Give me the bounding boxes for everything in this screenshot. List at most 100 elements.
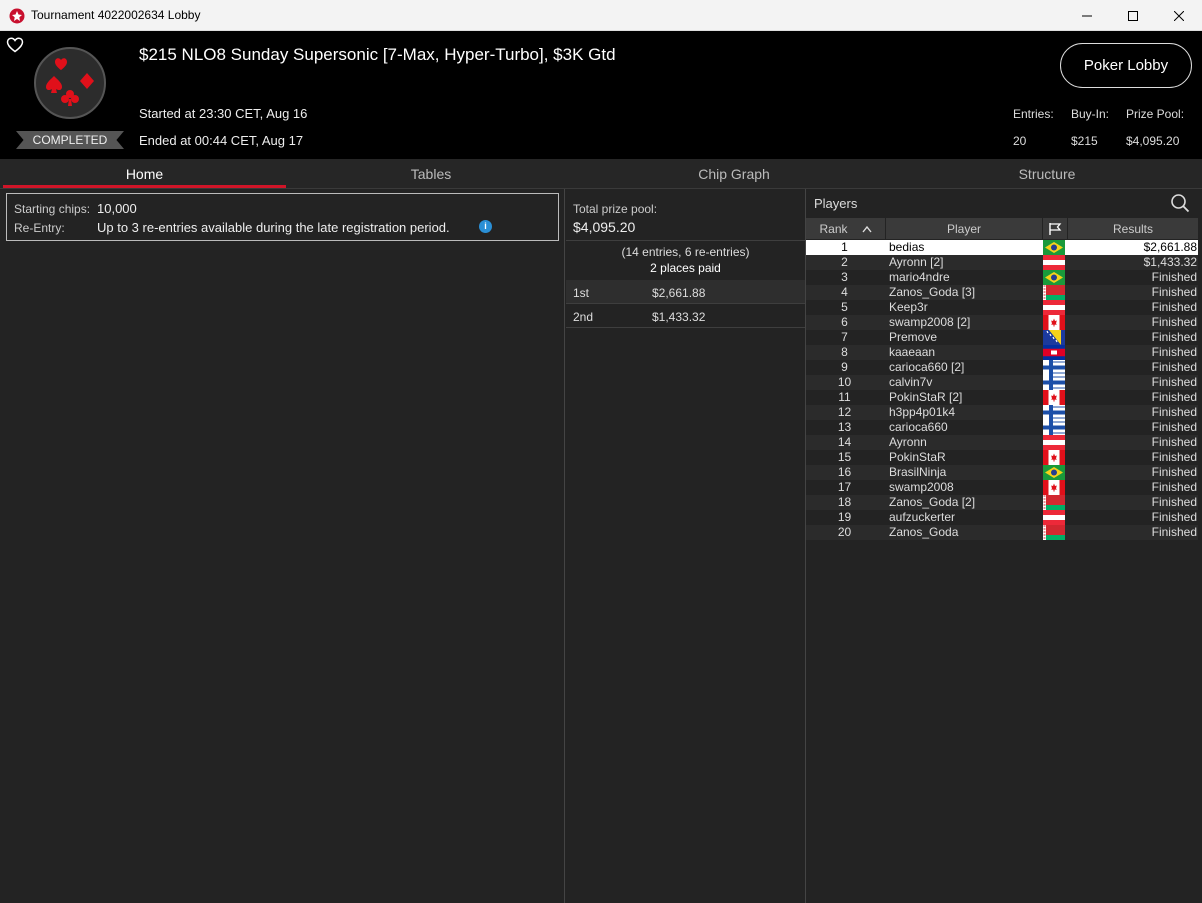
country-flag-icon [1043,315,1065,330]
search-icon[interactable] [1170,193,1190,213]
card-suits-logo [34,47,106,119]
player-result: Finished [1151,345,1197,359]
player-row[interactable]: 14 Ayronn Finished [806,435,1198,450]
player-row[interactable]: 15 PokinStaR Finished [806,450,1198,465]
minimize-button[interactable] [1064,0,1110,31]
player-result: Finished [1151,525,1197,539]
maximize-button[interactable] [1110,0,1156,31]
window-titlebar: Tournament 4022002634 Lobby [0,0,1202,31]
close-button[interactable] [1156,0,1202,31]
player-row[interactable]: 5 Keep3r Finished [806,300,1198,315]
player-row[interactable]: 13 carioca660 Finished [806,420,1198,435]
player-rank: 2 [841,255,848,269]
player-result: Finished [1151,450,1197,464]
player-name: swamp2008 [2] [889,315,971,329]
player-name: carioca660 [2] [889,360,965,374]
active-tab-indicator [3,185,286,188]
player-row[interactable]: 10 calvin7v Finished [806,375,1198,390]
player-rank: 13 [837,420,852,434]
starting-chips-label: Starting chips: [14,202,91,216]
player-row[interactable]: 20 Zanos_Goda Finished [806,525,1198,540]
country-flag-icon [1043,345,1065,360]
player-name: Zanos_Goda [889,525,959,539]
player-row[interactable]: 6 swamp2008 [2] Finished [806,315,1198,330]
player-result: $2,661.88 [1143,240,1197,254]
player-rank: 14 [837,435,852,449]
divider [566,327,805,328]
player-row[interactable]: 1 bedias $2,661.88 [806,240,1198,255]
divider [566,240,805,241]
player-name: aufzuckerter [889,510,956,524]
country-flag-icon [1043,390,1065,405]
players-title: Players [814,196,858,211]
tab-structure[interactable]: Structure [892,159,1202,189]
payout-place: 2nd [573,310,594,324]
player-name: Ayronn [2] [889,255,944,269]
player-result: Finished [1151,405,1197,419]
country-flag-icon [1043,240,1065,255]
country-flag-icon [1043,360,1065,375]
tab-chip-graph[interactable]: Chip Graph [576,159,892,189]
info-icon[interactable]: i [479,220,492,233]
rank-column-header[interactable]: Rank [806,218,885,239]
player-row[interactable]: 2 Ayronn [2] $1,433.32 [806,255,1198,270]
player-rank: 1 [841,240,848,254]
player-row[interactable]: 7 Premove Finished [806,330,1198,345]
player-row[interactable]: 18 Zanos_Goda [2] Finished [806,495,1198,510]
reentry-value: Up to 3 re-entries available during the … [97,220,450,235]
start-time: Started at 23:30 CET, Aug 16 [139,106,308,121]
player-rank: 9 [841,360,848,374]
entries-label: Entries: [1013,107,1054,121]
player-row[interactable]: 12 h3pp4p01k4 Finished [806,405,1198,420]
player-row[interactable]: 17 swamp2008 Finished [806,480,1198,495]
player-result: Finished [1151,420,1197,434]
player-name: kaaeaan [889,345,936,359]
end-time: Ended at 00:44 CET, Aug 17 [139,133,304,148]
player-result: Finished [1151,300,1197,314]
player-row[interactable]: 8 kaaeaan Finished [806,345,1198,360]
player-rank: 5 [841,300,848,314]
player-result: Finished [1151,315,1197,329]
country-flag-icon [1043,330,1065,345]
entries-value: 20 [1013,134,1027,148]
pokerstars-logo-icon [9,8,25,24]
places-paid: 2 places paid [650,261,721,275]
player-rank: 15 [837,450,852,464]
flag-icon [1049,222,1062,235]
player-row[interactable]: 3 mario4ndre Finished [806,270,1198,285]
buyin-value: $215 [1071,134,1098,148]
player-row[interactable]: 19 aufzuckerter Finished [806,510,1198,525]
player-column-header[interactable]: Player [886,218,1042,239]
player-name: mario4ndre [889,270,950,284]
player-result: Finished [1151,435,1197,449]
player-name: Premove [889,330,938,344]
player-rank: 7 [841,330,848,344]
player-result: Finished [1151,360,1197,374]
tab-tables[interactable]: Tables [286,159,576,189]
player-row[interactable]: 16 BrasilNinja Finished [806,465,1198,480]
payout-place: 1st [573,286,590,300]
player-row[interactable]: 9 carioca660 [2] Finished [806,360,1198,375]
player-name: swamp2008 [889,480,954,494]
player-rank: 17 [837,480,852,494]
prize-pool-value: $4,095.20 [573,219,636,235]
player-rank: 11 [838,390,851,404]
player-result: Finished [1151,495,1197,509]
player-name: Ayronn [889,435,927,449]
prize-pool-label: Total prize pool: [573,202,658,216]
player-name: Keep3r [889,300,928,314]
player-row[interactable]: 4 Zanos_Goda [3] Finished [806,285,1198,300]
reentry-label: Re-Entry: [14,221,65,235]
player-rank: 4 [841,285,848,299]
prizepool-value: $4,095.20 [1126,134,1180,148]
results-column-header[interactable]: Results [1068,218,1198,239]
poker-lobby-button[interactable]: Poker Lobby [1060,43,1192,88]
suits-icon [46,58,94,106]
country-flag-icon [1043,300,1065,315]
player-result: Finished [1151,480,1197,494]
payout-amount: $2,661.88 [652,286,706,300]
rank-header-label: Rank [819,221,848,236]
flag-column-header[interactable] [1043,218,1067,239]
player-row[interactable]: 11 PokinStaR [2] Finished [806,390,1198,405]
favorite-heart-icon[interactable] [6,36,24,54]
